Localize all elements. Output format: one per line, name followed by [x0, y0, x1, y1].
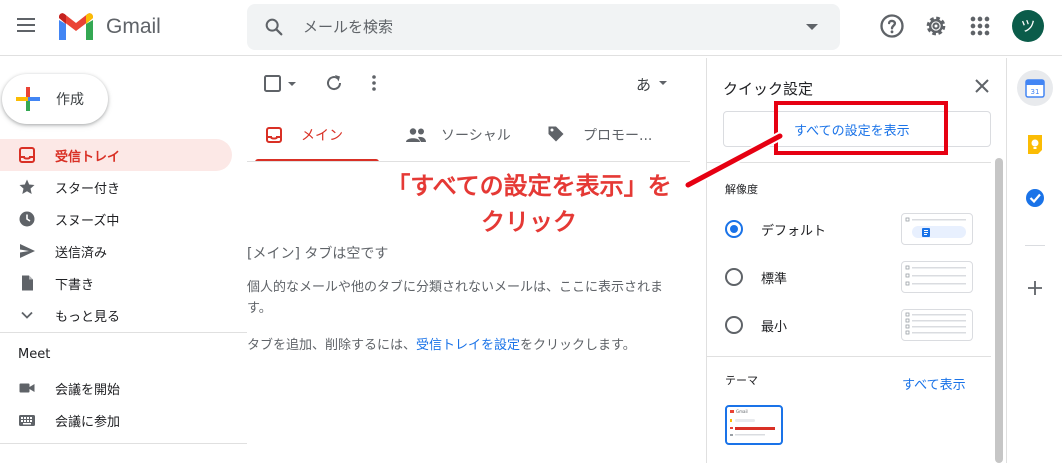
- draft-file-icon: [22, 275, 33, 291]
- rail-divider: [1025, 245, 1045, 246]
- sidebar-item-label: 会議を開始: [55, 383, 121, 398]
- help-icon[interactable]: [878, 12, 906, 40]
- star-icon: [19, 179, 35, 194]
- sidebar-item-inbox[interactable]: 受信トレイ: [0, 139, 232, 171]
- search-input[interactable]: [303, 14, 783, 40]
- tab-label: メイン: [301, 128, 343, 144]
- calendar-day: 31: [1031, 88, 1040, 96]
- empty-state-hint: タブを追加、削除するには、受信トレイを設定をクリックします。: [247, 334, 636, 353]
- sidebar-item-sent[interactable]: 送信済み: [0, 235, 232, 267]
- settings-gear-icon[interactable]: [922, 12, 950, 40]
- sidebar-item-new-meeting[interactable]: 会議を開始: [0, 372, 232, 404]
- videocam-icon: [19, 383, 35, 393]
- inbox-icon: [19, 147, 35, 163]
- sidebar-divider: [0, 443, 247, 444]
- compose-plus-icon: [16, 87, 40, 111]
- refresh-icon[interactable]: [324, 73, 344, 93]
- apps-grid-icon[interactable]: [966, 12, 994, 40]
- meet-section-title: Meet: [18, 347, 51, 362]
- keep-notes-icon[interactable]: [1019, 128, 1051, 160]
- top-header: Gmail ツ: [0, 0, 1062, 56]
- sidebar-item-label: 送信済み: [55, 246, 108, 261]
- close-icon[interactable]: [973, 77, 991, 95]
- hint-prefix: タブを追加、削除するには、: [247, 338, 417, 353]
- density-compact-radio[interactable]: [725, 316, 743, 334]
- keyboard-icon: [19, 415, 35, 426]
- density-option-label: デフォルト: [761, 224, 827, 239]
- annotation-callout: 「すべての設定を表示」を クリック: [368, 168, 690, 240]
- theme-default-thumbnail[interactable]: Gmail: [725, 405, 783, 445]
- tasks-icon[interactable]: [1019, 182, 1051, 214]
- input-tools-label: あ: [636, 76, 652, 94]
- tab-promotions[interactable]: プロモー...: [527, 110, 690, 162]
- annotation-line-1: 「すべての設定を表示」を: [386, 172, 672, 200]
- select-checkbox[interactable]: [263, 74, 303, 94]
- theme-view-all-link[interactable]: すべて表示: [902, 374, 966, 393]
- search-options-icon[interactable]: [806, 24, 818, 30]
- sidebar-item-join-meeting[interactable]: 会議に参加: [0, 404, 232, 436]
- compose-label: 作成: [56, 92, 84, 108]
- tag-icon: [548, 126, 564, 142]
- more-options-icon[interactable]: [364, 73, 384, 93]
- section-divider: [707, 356, 991, 357]
- quick-settings-title: クイック設定: [723, 80, 814, 98]
- search-bar[interactable]: [247, 4, 840, 50]
- sidebar-item-label: スヌーズ中: [55, 214, 120, 229]
- sidebar-item-drafts[interactable]: 下書き: [0, 267, 232, 299]
- people-icon: [406, 128, 426, 142]
- sidebar-item-starred[interactable]: スター付き: [0, 171, 232, 203]
- add-addon-icon[interactable]: [1019, 272, 1051, 304]
- tab-social[interactable]: ソーシャル: [387, 110, 527, 162]
- quick-settings-scrollbar[interactable]: [995, 158, 1003, 463]
- theme-thumb-label: Gmail: [736, 409, 748, 414]
- sidebar-item-label: 会議に参加: [55, 415, 121, 430]
- dropdown-caret-icon: [659, 81, 667, 85]
- send-icon: [20, 244, 35, 258]
- density-option-label: 最小: [761, 320, 788, 335]
- gmail-logo-icon[interactable]: [56, 12, 96, 42]
- compose-button[interactable]: 作成: [2, 74, 108, 124]
- inbox-settings-link[interactable]: 受信トレイを設定: [416, 338, 520, 353]
- empty-state-description: 個人的なメールや他のタブに分類されないメールは、ここに表示されます。: [247, 280, 664, 316]
- highlight-box: [774, 101, 948, 155]
- calendar-app-button[interactable]: 31: [1017, 70, 1053, 106]
- density-comfortable-preview: [901, 261, 973, 293]
- right-side-panel: 31: [1006, 58, 1062, 463]
- sidebar-item-label: もっと見る: [55, 310, 121, 325]
- tab-primary[interactable]: メイン: [247, 110, 387, 162]
- inbox-icon: [266, 127, 282, 143]
- density-default-preview: [901, 213, 973, 245]
- theme-section-title: テーマ: [725, 374, 758, 387]
- search-icon[interactable]: [263, 16, 285, 38]
- density-section-title: 解像度: [725, 183, 758, 196]
- sidebar-item-more[interactable]: もっと見る: [0, 299, 232, 331]
- section-divider: [707, 162, 991, 163]
- input-tools-button[interactable]: あ: [636, 72, 676, 96]
- tab-label: ソーシャル: [441, 128, 511, 144]
- density-option-label: 標準: [761, 272, 788, 287]
- sidebar-divider: [0, 332, 247, 333]
- chevron-down-icon: [21, 311, 33, 319]
- density-comfortable-radio[interactable]: [725, 268, 743, 286]
- density-compact-preview: [901, 309, 973, 341]
- account-avatar[interactable]: ツ: [1012, 10, 1044, 42]
- sidebar-item-label: 受信トレイ: [55, 150, 121, 165]
- sidebar-item-label: スター付き: [55, 182, 121, 197]
- tabs-divider: [247, 161, 690, 162]
- sidebar-item-label: 下書き: [55, 278, 95, 293]
- empty-state-title: [メイン] タブは空です: [247, 246, 389, 262]
- main-menu-icon[interactable]: [12, 14, 40, 42]
- app-name: Gmail: [106, 15, 161, 38]
- clock-icon: [19, 211, 35, 227]
- annotation-line-2: クリック: [481, 208, 577, 236]
- calendar-icon: 31: [1025, 79, 1045, 98]
- sidebar-item-snoozed[interactable]: スヌーズ中: [0, 203, 232, 235]
- tab-label: プロモー...: [583, 128, 653, 144]
- density-default-radio[interactable]: [725, 220, 743, 238]
- hint-suffix: をクリックします。: [520, 338, 636, 353]
